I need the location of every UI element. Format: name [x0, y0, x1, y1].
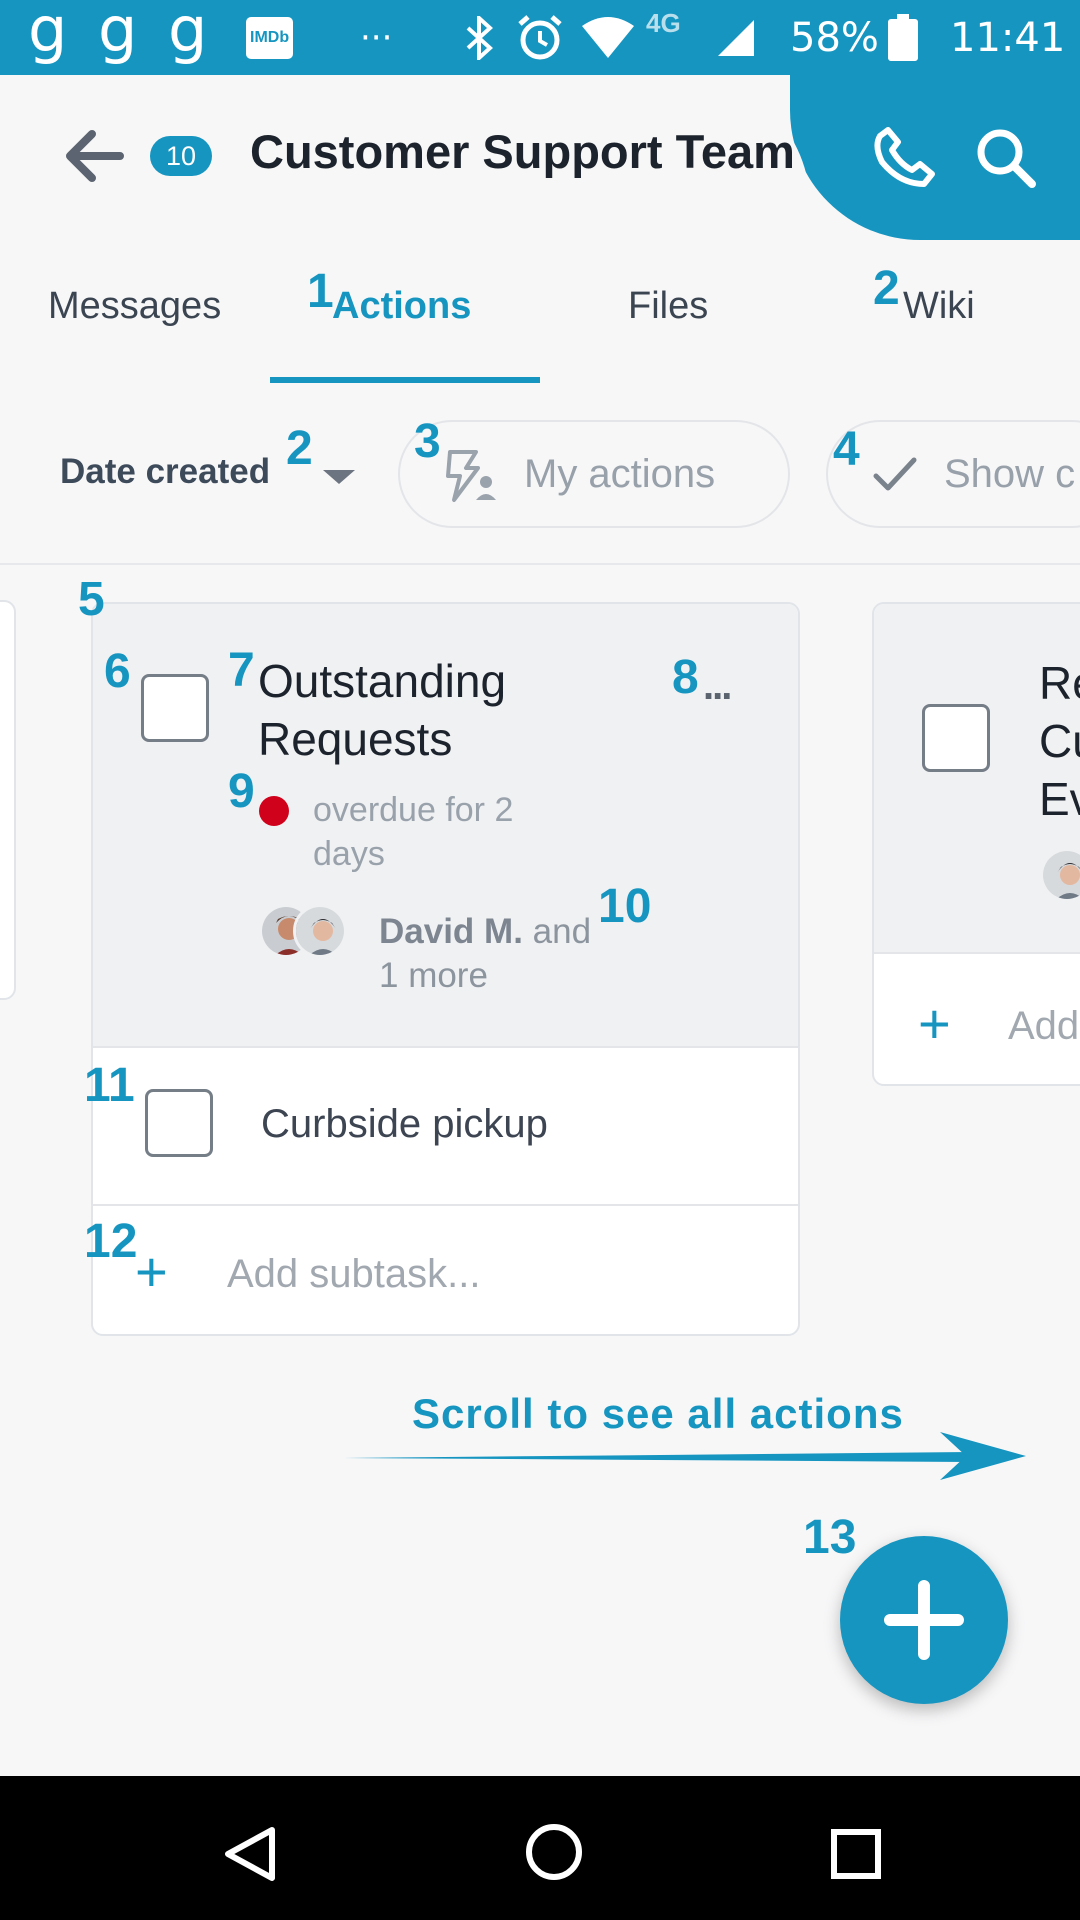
back-button[interactable] — [60, 124, 132, 188]
annotation-label: 12 — [84, 1215, 138, 1268]
wifi-icon — [580, 0, 636, 75]
assignees-more: 1 more — [379, 956, 488, 995]
alarm-icon — [516, 0, 564, 75]
annotation-label: 5 — [78, 573, 105, 626]
more-options-icon[interactable]: ... — [703, 664, 732, 709]
annotation-label: 3 — [414, 415, 441, 468]
assignee-rest: and — [522, 912, 592, 951]
annotation-label: 7 — [228, 644, 255, 697]
annotation-label: 9 — [228, 765, 255, 818]
overdue-text-line1: overdue for 2 — [313, 791, 514, 829]
task-title-line2[interactable]: Cu — [1039, 712, 1080, 770]
chevron-down-icon[interactable] — [323, 470, 355, 484]
sort-dropdown[interactable]: Date created — [60, 452, 270, 492]
g-icon: g — [168, 0, 208, 66]
next-action-card[interactable]: Re Cu Ev + Add — [872, 602, 1080, 1086]
plus-icon[interactable]: + — [918, 996, 951, 1052]
add-subtask-input[interactable]: Add subtask... — [227, 1252, 480, 1297]
unread-count-badge: 10 — [150, 136, 212, 176]
status-bar: g g g IMDb ··· 4G 58% 11:41 — [0, 0, 1080, 75]
search-icon — [977, 129, 1036, 188]
annotation-label: 13 — [803, 1511, 857, 1564]
task-title[interactable]: Outstanding Requests — [258, 652, 598, 768]
tab-actions[interactable]: Actions — [332, 285, 471, 328]
my-actions-label: My actions — [524, 451, 716, 496]
system-nav-bar — [0, 1776, 1080, 1920]
show-completed-filter[interactable]: Show c — [826, 420, 1080, 528]
my-actions-filter[interactable]: My actions — [398, 420, 790, 528]
annotation-label: 6 — [104, 645, 131, 698]
avatar — [293, 904, 347, 958]
overdue-indicator — [259, 796, 289, 826]
signal-icon — [716, 0, 756, 75]
annotation-label: 2 — [873, 262, 900, 315]
subtask-checkbox[interactable] — [145, 1089, 213, 1157]
imdb-icon: IMDb — [246, 0, 294, 75]
bluetooth-icon — [462, 0, 496, 75]
divider — [0, 563, 1080, 565]
page-title: Customer Support Team — [250, 125, 795, 178]
tab-files[interactable]: Files — [628, 285, 708, 328]
annotation-label: 8 — [672, 651, 699, 704]
more-dots-icon: ··· — [360, 17, 393, 58]
show-completed-label: Show c — [944, 451, 1076, 496]
task-title-line1[interactable]: Re — [1039, 654, 1080, 712]
task-title-line3[interactable]: Ev — [1039, 770, 1080, 828]
plus-icon[interactable]: + — [135, 1244, 168, 1300]
network-type: 4G — [646, 8, 681, 38]
g-icon: g — [98, 0, 138, 66]
search-button[interactable] — [970, 122, 1040, 192]
plus-icon — [884, 1580, 964, 1660]
arrow-right-icon — [344, 1432, 1026, 1480]
add-subtask-input[interactable]: Add — [1008, 1004, 1079, 1049]
tab-messages[interactable]: Messages — [48, 285, 221, 328]
annotation-label: 2 — [286, 422, 313, 475]
previous-card[interactable] — [0, 600, 16, 1000]
annotation-label: 4 — [833, 423, 860, 476]
active-tab-indicator — [270, 377, 540, 383]
subtask-title[interactable]: Curbside pickup — [261, 1102, 548, 1147]
nav-recents-icon[interactable] — [830, 1828, 882, 1880]
phone-button[interactable] — [870, 122, 940, 192]
clock: 11:41 — [950, 14, 1066, 61]
assignees: David M. and — [379, 910, 591, 954]
phone-icon — [874, 127, 935, 187]
task-checkbox[interactable] — [141, 674, 209, 742]
lightning-user-icon — [446, 450, 496, 502]
battery-percent: 58% — [790, 14, 879, 61]
nav-home-icon[interactable] — [524, 1822, 584, 1882]
g-icon: g — [28, 0, 68, 66]
annotation-label: 10 — [598, 880, 652, 933]
overdue-text-line2: days — [313, 835, 385, 873]
nav-back-icon[interactable] — [222, 1824, 278, 1884]
back-arrow-icon — [66, 130, 124, 182]
annotation-label: 11 — [84, 1059, 135, 1112]
action-card[interactable]: Outstanding Requests ... overdue for 2 d… — [91, 602, 800, 1336]
check-icon — [873, 457, 917, 491]
annotation-label: 1 — [307, 265, 334, 318]
tab-wiki[interactable]: Wiki — [903, 285, 975, 328]
battery-icon — [888, 0, 918, 75]
assignee-name: David M. — [379, 912, 523, 951]
add-action-button[interactable] — [840, 1536, 1008, 1704]
task-checkbox[interactable] — [922, 704, 990, 772]
